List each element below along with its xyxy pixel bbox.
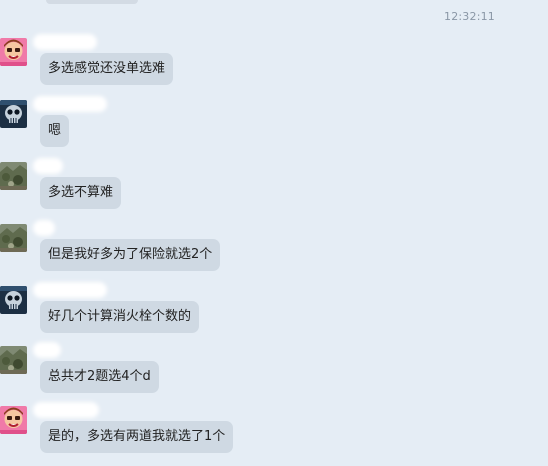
sender-name-redacted [33, 282, 107, 298]
chat-message: 好几个计算消火栓个数的 [0, 282, 548, 344]
sender-name-redacted [33, 220, 55, 236]
chat-window: 12:32:11 多选感觉还没单选难 嗯 多选不算难 但是我好多为了保险就选2个… [0, 0, 548, 466]
sender-name-redacted [33, 96, 107, 112]
message-bubble[interactable]: 总共才2题选4个d [40, 361, 159, 393]
sender-name-redacted [33, 402, 99, 418]
message-bubble[interactable]: 好几个计算消火栓个数的 [40, 301, 200, 333]
pink-cartoon-avatar-icon[interactable] [0, 38, 27, 66]
landscape-avatar-icon[interactable] [0, 346, 27, 374]
landscape-avatar-icon[interactable] [0, 224, 27, 252]
chat-message: 是的，多选有两道我就选了1个 [0, 402, 548, 464]
message-bubble[interactable]: 嗯 [40, 115, 70, 147]
message-bubble[interactable]: 是的，多选有两道我就选了1个 [40, 421, 234, 453]
message-bubble[interactable]: 多选不算难 [40, 177, 122, 209]
message-timestamp: 12:32:11 [444, 10, 496, 23]
message-bubble[interactable]: 多选感觉还没单选难 [40, 53, 174, 85]
chat-message: 多选不算难 [0, 158, 548, 220]
skull-avatar-icon[interactable] [0, 100, 27, 128]
chat-message: 嗯 [0, 96, 548, 158]
chat-message: 总共才2题选4个d [0, 342, 548, 404]
pink-cartoon-avatar-icon[interactable] [0, 406, 27, 434]
sender-name-redacted [33, 158, 63, 174]
previous-message-edge [46, 0, 138, 4]
chat-message: 但是我好多为了保险就选2个 [0, 220, 548, 282]
sender-name-redacted [33, 34, 97, 50]
message-bubble[interactable]: 但是我好多为了保险就选2个 [40, 239, 221, 271]
landscape-avatar-icon[interactable] [0, 162, 27, 190]
sender-name-redacted [33, 342, 61, 358]
chat-message: 多选感觉还没单选难 [0, 34, 548, 96]
skull-avatar-icon[interactable] [0, 286, 27, 314]
